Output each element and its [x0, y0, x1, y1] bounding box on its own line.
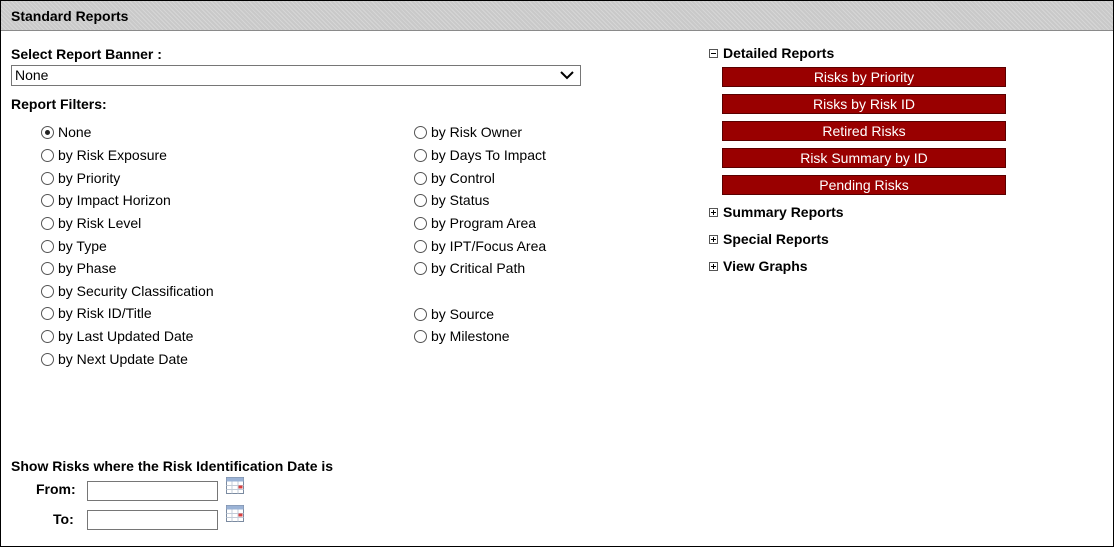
radio-button[interactable]: [41, 284, 54, 298]
panel-header: Standard Reports: [1, 1, 1113, 31]
risks-by-risk-id-button[interactable]: Risks by Risk ID: [722, 94, 1006, 114]
filter-label: by Days To Impact: [431, 147, 546, 163]
special-reports-toggle[interactable]: Special Reports: [709, 230, 829, 248]
radio-button[interactable]: [41, 171, 54, 185]
radio-button[interactable]: [41, 148, 54, 162]
retired-risks-button[interactable]: Retired Risks: [722, 121, 1006, 141]
radio-button[interactable]: [41, 306, 54, 320]
filter-radio-days-to-impact[interactable]: by Days To Impact: [414, 145, 546, 165]
filter-radio-risk-id-title[interactable]: by Risk ID/Title: [41, 303, 152, 323]
to-date-input[interactable]: [87, 510, 218, 530]
from-label: From:: [36, 481, 76, 497]
radio-button[interactable]: [414, 307, 427, 321]
expand-icon[interactable]: [709, 234, 718, 244]
filter-label: by Critical Path: [431, 260, 526, 276]
expand-icon[interactable]: [709, 261, 718, 271]
radio-button[interactable]: [41, 329, 54, 343]
date-filter-title: Show Risks where the Risk Identification…: [11, 458, 334, 474]
summary-reports-label: Summary Reports: [723, 204, 844, 220]
chevron-down-icon: [560, 71, 574, 80]
radio-button[interactable]: [414, 261, 427, 275]
banner-label: Select Report Banner :: [11, 46, 162, 62]
filter-radio-critical-path[interactable]: by Critical Path: [414, 258, 525, 278]
radio-button[interactable]: [414, 239, 427, 253]
radio-button[interactable]: [41, 193, 54, 207]
risks-by-priority-button[interactable]: Risks by Priority: [722, 67, 1006, 87]
view-graphs-toggle[interactable]: View Graphs: [709, 257, 808, 275]
filter-radio-risk-level[interactable]: by Risk Level: [41, 213, 141, 233]
radio-button[interactable]: [414, 193, 427, 207]
filter-label: by Milestone: [431, 328, 510, 344]
filter-radio-ipt-focus-area[interactable]: by IPT/Focus Area: [414, 236, 546, 256]
collapse-icon[interactable]: [709, 48, 718, 58]
filter-label: by Risk Exposure: [58, 147, 167, 163]
calendar-icon[interactable]: [226, 505, 244, 522]
filter-label: by Last Updated Date: [58, 328, 194, 344]
report-filters-label: Report Filters:: [11, 96, 107, 112]
filter-radio-source[interactable]: by Source: [414, 304, 494, 324]
radio-button[interactable]: [41, 216, 54, 230]
filter-label: by Impact Horizon: [58, 192, 171, 208]
calendar-icon[interactable]: [226, 477, 244, 494]
filter-label: by Priority: [58, 170, 121, 186]
expand-icon[interactable]: [709, 207, 718, 217]
filter-radio-control[interactable]: by Control: [414, 168, 495, 188]
filter-label: by Next Update Date: [58, 351, 188, 367]
filter-radio-type[interactable]: by Type: [41, 236, 107, 256]
filter-label: by Status: [431, 192, 490, 208]
from-date-input[interactable]: [87, 481, 218, 501]
filter-label: by Security Classification: [58, 283, 214, 299]
filter-label: by Risk Owner: [431, 124, 523, 140]
radio-button[interactable]: [41, 261, 54, 275]
pending-risks-button[interactable]: Pending Risks: [722, 175, 1006, 195]
to-label: To:: [53, 511, 74, 527]
filter-radio-program-area[interactable]: by Program Area: [414, 213, 536, 233]
radio-button[interactable]: [41, 239, 54, 253]
filter-radio-last-updated-date[interactable]: by Last Updated Date: [41, 326, 193, 346]
banner-selected-value: None: [15, 67, 49, 83]
filter-radio-impact-horizon[interactable]: by Impact Horizon: [41, 190, 171, 210]
radio-button[interactable]: [414, 329, 427, 343]
radio-button[interactable]: [414, 216, 427, 230]
filter-label: by Control: [431, 170, 495, 186]
filter-label: by Risk Level: [58, 215, 142, 231]
panel-title: Standard Reports: [11, 8, 129, 24]
radio-button[interactable]: [414, 171, 427, 185]
radio-button[interactable]: [414, 125, 427, 139]
risk-summary-by-id-button[interactable]: Risk Summary by ID: [722, 148, 1006, 168]
filter-label: by Type: [58, 238, 107, 254]
summary-reports-toggle[interactable]: Summary Reports: [709, 203, 844, 221]
filter-radio-none[interactable]: None: [41, 122, 91, 142]
filter-label: by Source: [431, 306, 495, 322]
filter-radio-security-classification[interactable]: by Security Classification: [41, 281, 214, 301]
detailed-reports-toggle[interactable]: Detailed Reports: [709, 44, 834, 62]
special-reports-label: Special Reports: [723, 231, 829, 247]
filter-radio-next-update-date[interactable]: by Next Update Date: [41, 349, 188, 369]
radio-button[interactable]: [41, 352, 54, 366]
radio-button[interactable]: [41, 125, 54, 139]
filter-radio-phase[interactable]: by Phase: [41, 258, 116, 278]
filter-label: by IPT/Focus Area: [431, 238, 547, 254]
standard-reports-panel: Standard Reports Select Report Banner : …: [0, 0, 1114, 547]
filter-radio-milestone[interactable]: by Milestone: [414, 326, 510, 346]
report-banner-select[interactable]: None: [11, 65, 581, 86]
filter-label: by Phase: [58, 260, 117, 276]
filter-label: None: [58, 124, 92, 140]
detailed-reports-label: Detailed Reports: [723, 45, 835, 61]
filter-label: by Risk ID/Title: [58, 305, 152, 321]
filter-radio-risk-owner[interactable]: by Risk Owner: [414, 122, 522, 142]
filter-radio-risk-exposure[interactable]: by Risk Exposure: [41, 145, 167, 165]
filter-label: by Program Area: [431, 215, 537, 231]
filter-radio-status[interactable]: by Status: [414, 190, 489, 210]
filter-radio-priority[interactable]: by Priority: [41, 168, 120, 188]
radio-button[interactable]: [414, 148, 427, 162]
view-graphs-label: View Graphs: [723, 258, 808, 274]
